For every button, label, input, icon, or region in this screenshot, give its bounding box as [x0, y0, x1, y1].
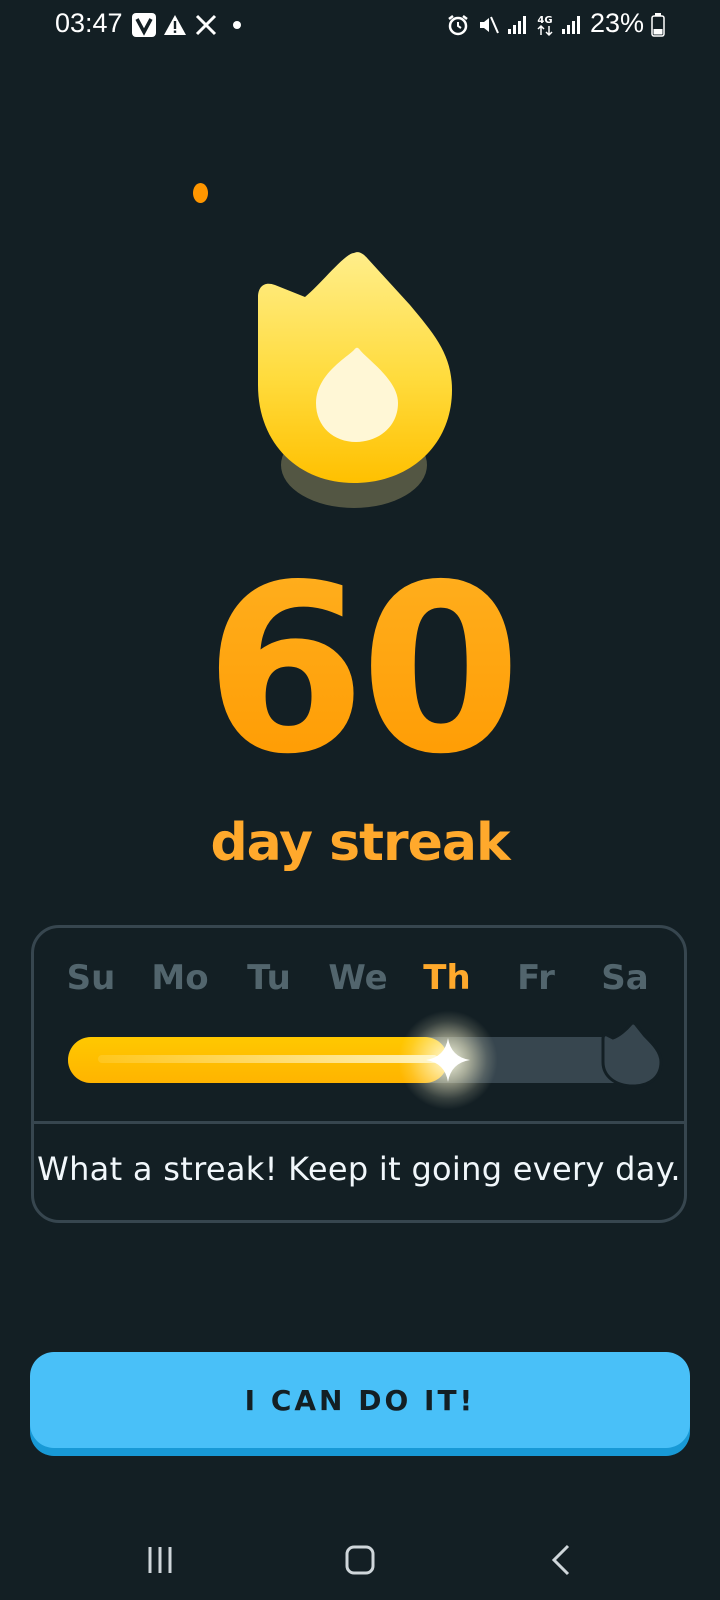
- system-nav-bar: [0, 1520, 720, 1600]
- alarm-icon: [446, 12, 470, 38]
- svg-text:4G: 4G: [537, 15, 552, 26]
- cta-button-label: I CAN DO IT!: [244, 1383, 476, 1417]
- day-label-su: Su: [66, 958, 116, 998]
- week-progress-bar: [68, 1037, 643, 1083]
- streak-label: day streak: [210, 813, 510, 873]
- day-label-fr: Fr: [517, 958, 555, 998]
- signal-icon: [506, 12, 528, 38]
- day-label-tu: Tu: [247, 958, 291, 998]
- day-label-sa: Sa: [601, 958, 649, 998]
- card-divider: [34, 1121, 684, 1124]
- i-can-do-it-button[interactable]: I CAN DO IT!: [30, 1352, 690, 1448]
- goal-flame-icon: [601, 1018, 667, 1088]
- day-label-we: We: [328, 958, 388, 998]
- mute-icon: [476, 12, 500, 38]
- day-label-mo: Mo: [151, 958, 209, 998]
- warning-icon: [162, 12, 188, 38]
- status-time: 03:47: [55, 8, 123, 38]
- streak-flame-icon: [250, 245, 470, 525]
- battery-percent: 23%: [590, 8, 645, 38]
- home-icon[interactable]: [330, 1535, 390, 1585]
- status-bar: 03:47 4G 23%: [0, 0, 720, 52]
- streak-count: 60: [0, 545, 720, 795]
- notification-dot-icon: [232, 12, 242, 38]
- 4g-icon: 4G: [534, 12, 556, 38]
- v-app-icon: [131, 12, 157, 38]
- weekday-row: Su Mo Tu We Th Fr Sa: [34, 958, 684, 1008]
- decorative-dot: [193, 183, 208, 203]
- streak-message: What a streak! Keep it going every day.: [37, 1150, 681, 1188]
- x-app-icon: [193, 12, 219, 38]
- sparkle-icon: [398, 1010, 498, 1110]
- day-label-th: Th: [423, 958, 471, 998]
- progress-shine: [98, 1055, 438, 1063]
- back-icon[interactable]: [532, 1535, 592, 1585]
- recent-apps-icon[interactable]: [130, 1535, 190, 1585]
- battery-icon: [650, 12, 666, 38]
- week-progress-card: Su Mo Tu We Th Fr Sa What a streak! Keep…: [31, 925, 687, 1223]
- signal-icon: [560, 12, 582, 38]
